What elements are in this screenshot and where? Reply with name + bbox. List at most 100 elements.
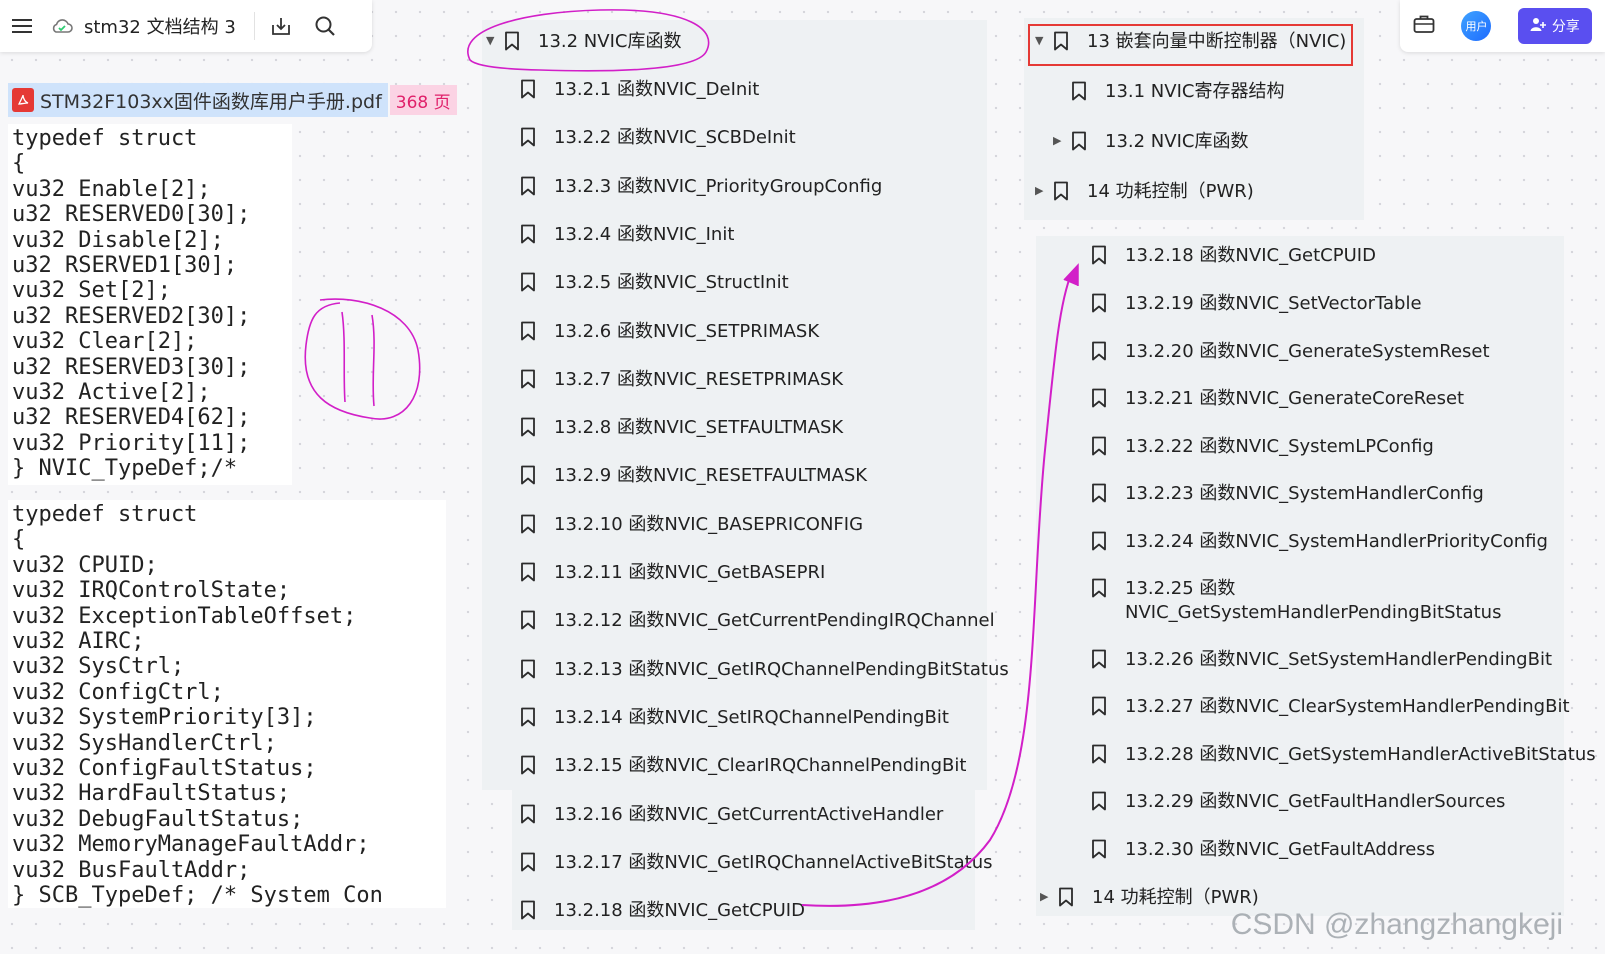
bookmark-item[interactable]: 13.2.17 函数NVIC_GetIRQChannelActiveBitSta…	[520, 851, 993, 875]
bookmark-item[interactable]: 13.2.20 函数NVIC_GenerateSystemReset	[1091, 340, 1490, 364]
pdf-reference[interactable]: STM32F103xx固件函数库用户手册.pdf 368 页	[8, 83, 457, 117]
bookmark-item[interactable]: ▼ 13.2 NVIC库函数	[486, 30, 681, 54]
bookmark-item[interactable]: 13.2.21 函数NVIC_GenerateCoreReset	[1091, 387, 1464, 411]
circle-annotation-code	[304, 298, 421, 420]
bookmark-icon	[520, 79, 536, 99]
bookmark-item[interactable]: 13.2.27 函数NVIC_ClearSystemHandlerPending…	[1091, 695, 1570, 719]
bookmark-item[interactable]: 13.2.1 函数NVIC_DeInit	[520, 78, 759, 102]
bookmark-label: 13.2.7 函数NVIC_RESETPRIMASK	[554, 368, 844, 390]
bookmark-item[interactable]: 13.2.25 函数 NVIC_GetSystemHandlerPendingB…	[1091, 577, 1501, 625]
bookmark-item[interactable]: 13.2.14 函数NVIC_SetIRQChannelPendingBit	[520, 706, 949, 730]
pdf-name-chip[interactable]: STM32F103xx固件函数库用户手册.pdf	[8, 83, 388, 117]
bookmark-icon	[1091, 483, 1107, 503]
bookmark-label: 13.2.5 函数NVIC_StructInit	[554, 272, 789, 294]
user-add-icon	[1530, 16, 1546, 36]
bookmark-icon	[1091, 341, 1107, 361]
bar-mark-1	[341, 311, 346, 403]
bookmark-item[interactable]: 13.2.26 函数NVIC_SetSystemHandlerPendingBi…	[1091, 648, 1552, 672]
bookmark-item[interactable]: 13.2.9 函数NVIC_RESETFAULTMASK	[520, 464, 867, 488]
bookmark-item[interactable]: 13.2.24 函数NVIC_SystemHandlerPriorityConf…	[1091, 530, 1548, 554]
bookmark-label: 13.2.20 函数NVIC_GenerateSystemReset	[1125, 341, 1490, 362]
highlight-box	[1028, 24, 1353, 66]
bookmark-item[interactable]: ▶ 13.2 NVIC库函数	[1053, 130, 1248, 154]
bookmark-item[interactable]: 13.1 NVIC寄存器结构	[1071, 80, 1284, 104]
code-line: vu32 Disable[2];	[12, 227, 224, 253]
bookmark-label: 13.2.23 函数NVIC_SystemHandlerConfig	[1125, 483, 1484, 504]
bookmark-item[interactable]: 13.2.2 函数NVIC_SCBDeInit	[520, 126, 796, 150]
top-right-toolbar: 用户 分享	[1400, 0, 1605, 52]
bookmark-item[interactable]: 13.2.12 函数NVIC_GetCurrentPendingIRQChann…	[520, 609, 995, 633]
code-line: vu32 Clear[2];	[12, 329, 198, 355]
code-line: vu32 ExceptionTableOffset;	[12, 603, 357, 629]
bookmark-item[interactable]: 13.2.19 函数NVIC_SetVectorTable	[1091, 292, 1422, 316]
bookmark-label: 13.2 NVIC库函数	[1105, 131, 1249, 152]
bookmark-label: 13.2.21 函数NVIC_GenerateCoreReset	[1125, 388, 1465, 409]
bookmark-icon	[520, 369, 536, 389]
bookmark-item[interactable]: 13.2.30 函数NVIC_GetFaultAddress	[1091, 838, 1435, 862]
bookmark-item[interactable]: ▶ 14 功耗控制（PWR)	[1040, 886, 1259, 910]
document-title[interactable]: stm32 文档结构 3	[84, 13, 236, 39]
search-icon[interactable]	[303, 4, 347, 48]
bookmark-item[interactable]: 13.2.5 函数NVIC_StructInit	[520, 271, 789, 295]
bookmark-item[interactable]: 13.2.13 函数NVIC_GetIRQChannelPendingBitSt…	[520, 658, 1009, 682]
briefcase-icon[interactable]	[1413, 14, 1435, 38]
bookmark-icon	[1071, 81, 1087, 101]
code-line: vu32 SystemPriority[3];	[12, 705, 317, 731]
bookmark-label: 14 功耗控制（PWR)	[1092, 887, 1259, 908]
code-line: u32 RESERVED2[30];	[12, 303, 251, 329]
bookmark-label: 13.2.25 函数 NVIC_GetSystemHandlerPendingB…	[1125, 578, 1502, 623]
bookmark-item[interactable]: 13.2.16 函数NVIC_GetCurrentActiveHandler	[520, 803, 943, 827]
bookmark-item[interactable]: 13.2.15 函数NVIC_ClearIRQChannelPendingBit	[520, 754, 966, 778]
bookmark-icon	[1091, 791, 1107, 811]
bookmark-icon	[520, 852, 536, 872]
share-button[interactable]: 分享	[1517, 8, 1592, 44]
toolbar-divider	[253, 12, 255, 40]
caret-right-icon[interactable]: ▶	[1053, 134, 1063, 147]
code-block-scb-typedef: typedef struct{vu32 CPUID; vu32 IRQContro…	[8, 500, 446, 908]
code-line: vu32 IRQControlState;	[12, 578, 291, 604]
avatar[interactable]: 用户	[1461, 11, 1492, 41]
bookmark-item[interactable]: 13.2.7 函数NVIC_RESETPRIMASK	[520, 368, 843, 392]
bookmark-label: 13.2.11 函数NVIC_GetBASEPRI	[554, 562, 826, 583]
bookmark-label: 13.2.30 函数NVIC_GetFaultAddress	[1125, 839, 1436, 860]
bookmark-item[interactable]: 13.2.11 函数NVIC_GetBASEPRI	[520, 561, 825, 585]
bookmark-item[interactable]: 13.2.3 函数NVIC_PriorityGroupConfig	[520, 175, 882, 199]
bookmark-item[interactable]: 13.2.23 函数NVIC_SystemHandlerConfig	[1091, 482, 1484, 506]
bookmark-item[interactable]: 13.2.18 函数NVIC_GetCPUID	[520, 899, 805, 923]
menu-icon[interactable]	[0, 4, 44, 48]
bookmark-label: 13.2.18 函数NVIC_GetCPUID	[1125, 245, 1376, 266]
bookmark-icon	[1091, 839, 1107, 859]
caret-down-icon[interactable]: ▼	[486, 34, 496, 47]
code-line: vu32 SysHandlerCtrl;	[12, 730, 277, 756]
bookmark-icon	[520, 610, 536, 630]
bookmark-icon	[520, 755, 536, 775]
bookmark-item[interactable]: 13.2.28 函数NVIC_GetSystemHandlerActiveBit…	[1091, 743, 1596, 767]
bookmark-label: 13.2.4 函数NVIC_Init	[554, 223, 735, 245]
bookmark-item[interactable]: 13.2.10 函数NVIC_BASEPRICONFIG	[520, 513, 863, 537]
caret-right-icon[interactable]: ▶	[1040, 890, 1050, 903]
bookmark-icon	[1091, 744, 1107, 764]
bookmark-icon	[520, 176, 536, 196]
download-icon[interactable]	[259, 4, 303, 48]
code-line: vu32 ConfigFaultStatus;	[12, 756, 317, 782]
bookmark-item[interactable]: 13.2.8 函数NVIC_SETFAULTMASK	[520, 416, 843, 440]
bookmark-item[interactable]: 13.2.4 函数NVIC_Init	[520, 223, 734, 247]
bookmark-item[interactable]: 13.2.6 函数NVIC_SETPRIMASK	[520, 320, 819, 344]
bookmark-label: 14 功耗控制（PWR)	[1087, 181, 1254, 202]
bookmark-item[interactable]: 13.2.29 函数NVIC_GetFaultHandlerSources	[1091, 790, 1505, 814]
bookmark-icon	[520, 707, 536, 727]
bar-mark-2	[371, 314, 375, 407]
bookmark-icon	[520, 900, 536, 920]
top-toolbar: stm32 文档结构 3	[0, 0, 372, 52]
bookmark-icon	[520, 224, 536, 244]
code-line: {	[12, 151, 26, 177]
bookmark-item[interactable]: ▶ 14 功耗控制（PWR)	[1035, 180, 1254, 204]
bookmark-item[interactable]: 13.2.22 函数NVIC_SystemLPConfig	[1091, 435, 1434, 459]
caret-right-icon[interactable]: ▶	[1035, 184, 1045, 197]
bookmark-item[interactable]: 13.2.18 函数NVIC_GetCPUID	[1091, 244, 1376, 268]
watermark: CSDN @zhangzhangkeji	[1230, 908, 1563, 941]
bookmark-label: 13.2.1 函数NVIC_DeInit	[554, 79, 760, 100]
code-line: u32 RESERVED3[30];	[12, 354, 251, 380]
code-line: vu32 DebugFaultStatus;	[12, 806, 304, 832]
bookmark-label: 13.2.17 函数NVIC_GetIRQChannelActiveBitSta…	[554, 851, 993, 873]
